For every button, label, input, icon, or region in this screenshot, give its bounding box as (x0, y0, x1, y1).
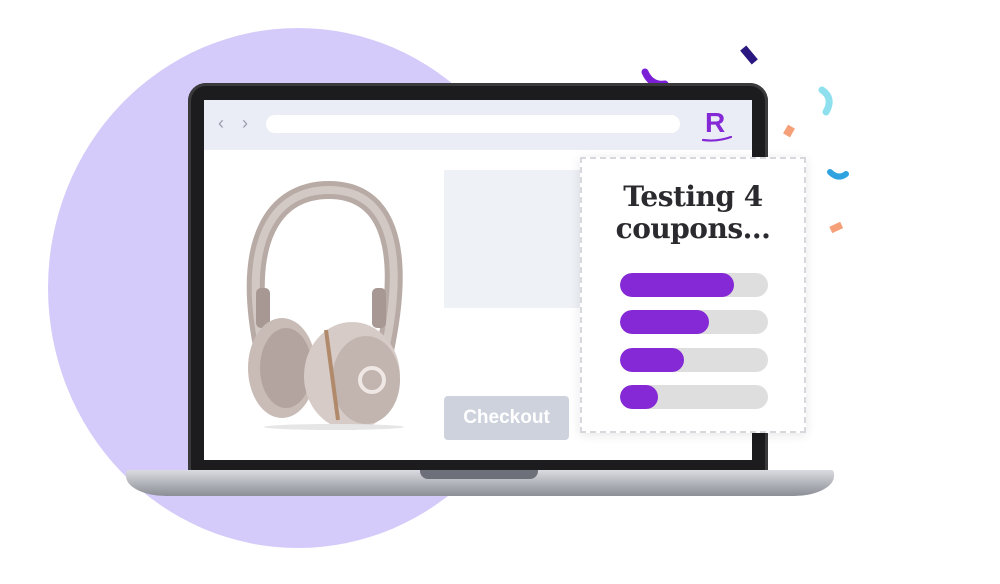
back-icon[interactable]: ‹ (218, 113, 224, 133)
headphones-icon (246, 180, 404, 430)
progress-fill (620, 273, 734, 297)
progress-fill (620, 348, 684, 372)
coupon-title-line2: coupons... (615, 212, 771, 245)
rakuten-logo-icon[interactable]: R (702, 108, 732, 142)
url-bar[interactable] (266, 115, 680, 133)
forward-icon[interactable]: › (242, 113, 248, 133)
coupon-progress-bar (620, 385, 768, 409)
browser-toolbar: ‹ › R (204, 100, 752, 150)
coupon-status-title: Testing 4 coupons... (582, 181, 804, 245)
coupon-title-line1: Testing 4 (623, 180, 763, 213)
coupon-progress-bar (620, 273, 768, 297)
coupon-testing-card: Testing 4 coupons... (580, 157, 806, 433)
progress-fill (620, 310, 709, 334)
coupon-progress-bar (620, 310, 768, 334)
checkout-button[interactable]: Checkout (444, 396, 569, 440)
laptop-hinge-notch (420, 470, 538, 479)
progress-fill (620, 385, 659, 409)
laptop-base (126, 470, 834, 496)
coupon-progress-bar (620, 348, 768, 372)
